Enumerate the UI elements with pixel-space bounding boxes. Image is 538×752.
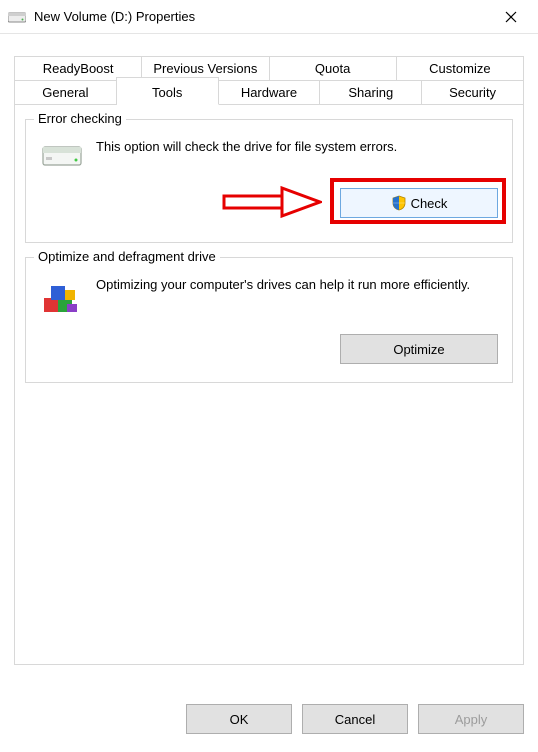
apply-button-label: Apply: [455, 712, 488, 727]
defragment-icon: [40, 276, 84, 316]
shield-icon: [391, 195, 407, 211]
dialog-footer: OK Cancel Apply: [186, 704, 524, 734]
check-button-label: Check: [411, 196, 448, 211]
tab-tools[interactable]: Tools: [117, 80, 219, 105]
tab-quota[interactable]: Quota: [270, 56, 397, 81]
optimize-legend: Optimize and defragment drive: [34, 249, 220, 264]
ok-button[interactable]: OK: [186, 704, 292, 734]
optimize-button-label: Optimize: [393, 342, 444, 357]
close-button[interactable]: [488, 1, 534, 33]
optimize-button[interactable]: Optimize: [340, 334, 498, 364]
tab-general[interactable]: General: [14, 80, 117, 105]
cancel-button[interactable]: Cancel: [302, 704, 408, 734]
window-title: New Volume (D:) Properties: [34, 9, 488, 24]
optimize-group: Optimize and defragment drive Optimizing…: [25, 257, 513, 383]
drive-large-icon: [40, 138, 84, 168]
apply-button[interactable]: Apply: [418, 704, 524, 734]
tab-hardware[interactable]: Hardware: [219, 80, 321, 105]
titlebar: New Volume (D:) Properties: [0, 0, 538, 34]
tools-tab-content: Error checking This option will check th…: [14, 105, 524, 665]
error-checking-group: Error checking This option will check th…: [25, 119, 513, 243]
error-checking-desc: This option will check the drive for fil…: [96, 138, 498, 157]
check-button[interactable]: Check: [340, 188, 498, 218]
close-icon: [505, 11, 517, 23]
tab-security[interactable]: Security: [422, 80, 524, 105]
annotation-arrow-icon: [222, 184, 322, 220]
properties-window: New Volume (D:) Properties ReadyBoost Pr…: [0, 0, 538, 752]
optimize-desc: Optimizing your computer's drives can he…: [96, 276, 498, 295]
cancel-button-label: Cancel: [335, 712, 375, 727]
drive-icon: [8, 11, 26, 23]
tabs: ReadyBoost Previous Versions Quota Custo…: [14, 56, 524, 105]
error-checking-legend: Error checking: [34, 111, 126, 126]
ok-button-label: OK: [230, 712, 249, 727]
tab-sharing[interactable]: Sharing: [320, 80, 422, 105]
tab-customize[interactable]: Customize: [397, 56, 524, 81]
